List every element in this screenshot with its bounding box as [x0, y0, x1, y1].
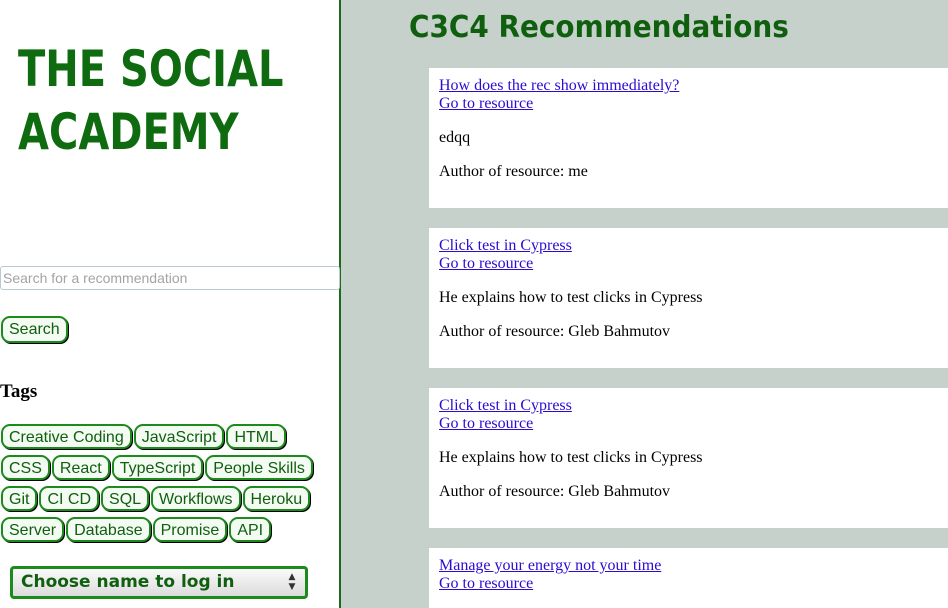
tag-css[interactable]: CSS	[1, 455, 50, 480]
tag-people-skills[interactable]: People Skills	[205, 455, 313, 480]
tag-sql[interactable]: SQL	[101, 486, 150, 511]
tag-react[interactable]: React	[51, 455, 110, 480]
recommendation-title-link[interactable]: Click test in Cypress	[439, 397, 938, 415]
sidebar: THE SOCIAL ACADEMY Search Tags Creative …	[0, 0, 341, 608]
go-to-resource-link[interactable]: Go to resource	[439, 255, 938, 273]
tag-server[interactable]: Server	[1, 517, 65, 542]
login-select-value: Choose name to log in	[21, 572, 235, 592]
logo-line-2: ACADEMY	[18, 103, 239, 161]
recommendation-author: Author of resource: Gleb Bahmutov	[439, 323, 671, 340]
page-title: C3C4 Recommendations	[409, 10, 789, 45]
tag-database[interactable]: Database	[66, 517, 151, 542]
recommendation-description: He explains how to test clicks in Cypres…	[439, 449, 703, 466]
go-to-resource-link[interactable]: Go to resource	[439, 575, 938, 593]
recommendation-author: Author of resource: me	[439, 163, 588, 180]
tag-heroku[interactable]: Heroku	[242, 486, 311, 511]
tag-api[interactable]: API	[229, 517, 272, 542]
tag-row: CSS React TypeScript People Skills	[1, 455, 331, 486]
tag-creative-coding[interactable]: Creative Coding	[1, 424, 132, 449]
tag-row: Creative Coding JavaScript HTML	[1, 424, 331, 455]
recommendation-description: He explains how to test clicks in Cypres…	[439, 289, 703, 306]
tag-html[interactable]: HTML	[226, 424, 286, 449]
login-name-select[interactable]: Choose name to log in ▲ ▼	[10, 566, 308, 599]
go-to-resource-link[interactable]: Go to resource	[439, 95, 938, 113]
recommendation-title-link[interactable]: Click test in Cypress	[439, 237, 938, 255]
tag-list: Creative Coding JavaScript HTML CSS React Ty…	[1, 424, 331, 548]
tag-javascript[interactable]: JavaScript	[133, 424, 225, 449]
tag-row: Server Database Promise API	[1, 517, 331, 548]
recommendation-description: edqq	[439, 129, 471, 146]
app-logo: THE SOCIAL ACADEMY	[18, 38, 284, 164]
main-content: C3C4 Recommendations How does the rec sh…	[341, 0, 948, 608]
recommendation-card: Click test in Cypress Go to resource He …	[429, 228, 948, 368]
select-arrows-icon: ▲ ▼	[288, 572, 296, 592]
recommendation-title-link[interactable]: How does the rec show immediately?	[439, 77, 938, 95]
search-button[interactable]: Search	[1, 316, 68, 343]
logo-line-1: THE SOCIAL	[18, 40, 284, 98]
tag-git[interactable]: Git	[1, 486, 38, 511]
recommendation-title-link[interactable]: Manage your energy not your time	[439, 557, 938, 575]
recommendation-card: Manage your energy not your time Go to r…	[429, 548, 948, 608]
recommendation-author: Author of resource: Gleb Bahmutov	[439, 483, 671, 500]
tags-heading: Tags	[0, 381, 38, 402]
recommendation-card: Click test in Cypress Go to resource He …	[429, 388, 948, 528]
tag-typescript[interactable]: TypeScript	[111, 455, 204, 480]
tag-ci-cd[interactable]: CI CD	[39, 486, 100, 511]
recommendation-card: How does the rec show immediately? Go to…	[429, 68, 948, 208]
go-to-resource-link[interactable]: Go to resource	[439, 415, 938, 433]
tag-promise[interactable]: Promise	[152, 517, 228, 542]
tag-row: Git CI CD SQL Workflows Heroku	[1, 486, 331, 517]
tag-workflows[interactable]: Workflows	[151, 486, 241, 511]
search-input[interactable]	[0, 266, 340, 290]
